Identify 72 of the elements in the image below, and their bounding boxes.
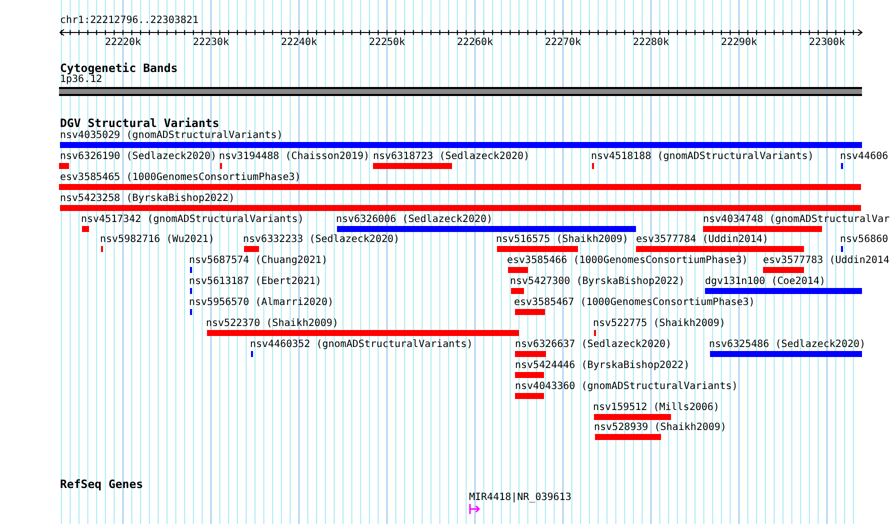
variant-label: nsv5427300 (ByrskaBishop2022) <box>510 276 685 288</box>
variant-bar[interactable] <box>515 350 546 357</box>
variant-bar[interactable] <box>515 392 544 399</box>
variant-label: nsv5982716 (Wu2021) <box>100 234 214 246</box>
variant-label: nsv4517342 (gnomADStructuralVariants) <box>81 214 304 225</box>
chromosome-position: chr1:22212796..22303821 <box>60 15 198 27</box>
variant-bar[interactable] <box>710 350 862 357</box>
variant-bar[interactable] <box>636 246 804 252</box>
variant-bar[interactable] <box>60 204 861 211</box>
variant-bar[interactable] <box>373 162 452 169</box>
variant-bar[interactable] <box>207 330 519 336</box>
variant-label: nsv44606 <box>840 150 888 162</box>
track-title: RefSeq Genes <box>60 478 144 490</box>
variant-label: nsv5424446 (ByrskaBishop2022) <box>515 360 690 371</box>
variant-label: nsv4518188 (gnomADStructuralVariants) <box>591 150 814 162</box>
variant-label: nsv3194488 (Chaisson2019) <box>219 150 370 162</box>
variant-label: nsv6318723 (Sedlazeck2020) <box>373 150 530 162</box>
tick-label: 22220k <box>104 37 142 48</box>
track-title: DGV Structural Variants <box>60 117 220 129</box>
variant-bar[interactable] <box>515 309 545 316</box>
variant-label: nsv5956570 (Almarri2020) <box>189 297 334 308</box>
variant-label: nsv516575 (Shaikh2009) <box>496 234 628 246</box>
variant-bar[interactable] <box>703 226 822 232</box>
tick-label: 22250k <box>368 37 406 48</box>
variant-bar[interactable] <box>82 226 89 232</box>
variant-bar[interactable] <box>763 267 804 274</box>
variant-bar[interactable] <box>337 226 636 232</box>
tick-label: 22290k <box>720 37 758 48</box>
band-label: 1p36.12 <box>60 74 102 86</box>
gene-arrow-icon[interactable] <box>469 504 481 514</box>
chromosome-band[interactable] <box>59 87 862 96</box>
tick-label: 22260k <box>456 37 494 48</box>
variant-label: nsv6326190 (Sedlazeck2020) <box>60 150 217 162</box>
tick-label: 22280k <box>632 37 670 48</box>
variant-bar[interactable] <box>497 246 578 252</box>
track-title: Cytogenetic Bands <box>60 62 178 74</box>
variant-bar[interactable] <box>515 372 544 378</box>
tick-label: 22270k <box>544 37 582 48</box>
variant-bar[interactable] <box>59 184 861 190</box>
variant-bar[interactable] <box>511 288 524 294</box>
variant-label: nsv6325486 (Sedlazeck2020) <box>709 338 866 350</box>
variant-bar[interactable] <box>508 267 528 274</box>
variant-label: esv3585465 (1000GenomesConsortiumPhase3) <box>60 172 301 183</box>
variant-label: nsv528939 (Shaikh2009) <box>594 422 726 434</box>
variant-label: esv3577784 (Uddin2014) <box>636 234 768 246</box>
variant-label: nsv6326637 (Sedlazeck2020) <box>515 338 672 350</box>
variant-label: nsv5613187 (Ebert2021) <box>189 276 322 288</box>
variant-label: nsv4043360 (gnomADStructuralVariants) <box>515 380 738 392</box>
variant-label: nsv4034748 (gnomADStructuralVar <box>703 214 890 225</box>
variant-label: nsv522775 (Shaikh2009) <box>593 318 726 330</box>
variant-label: nsv4035029 (gnomADStructuralVariants) <box>60 130 283 141</box>
variant-bar[interactable] <box>705 288 862 294</box>
variant-label: dgv131n100 (Coe2014) <box>705 276 826 288</box>
variant-label: nsv56860 <box>840 234 888 246</box>
variant-label: nsv522370 (Shaikh2009) <box>206 318 338 330</box>
variant-bar[interactable] <box>244 246 259 252</box>
variant-label: esv3585467 (1000GenomesConsortiumPhase3) <box>514 297 755 308</box>
variant-label: nsv159512 (Mills2006) <box>593 402 720 413</box>
tick-label: 22230k <box>192 37 230 48</box>
variant-label: nsv5687574 (Chuang2021) <box>189 255 328 266</box>
variant-label: nsv6332233 (Sedlazeck2020) <box>243 234 400 246</box>
gene-label: MIR4418|NR_039613 <box>469 492 572 504</box>
variant-label: nsv5423258 (ByrskaBishop2022) <box>60 192 235 204</box>
variant-bar[interactable] <box>59 162 69 169</box>
tick-label: 22300k <box>808 37 846 48</box>
tick-label: 22240k <box>280 37 318 48</box>
variant-label: nsv4460352 (gnomADStructuralVariants) <box>250 338 473 350</box>
variant-bar[interactable] <box>594 414 671 420</box>
variant-label: esv3585466 (1000GenomesConsortiumPhase3) <box>507 255 748 266</box>
variant-bar[interactable] <box>595 434 661 440</box>
variant-label: esv3577783 (Uddin2014 <box>763 255 890 266</box>
variant-label: nsv6326006 (Sedlazeck2020) <box>336 214 493 225</box>
